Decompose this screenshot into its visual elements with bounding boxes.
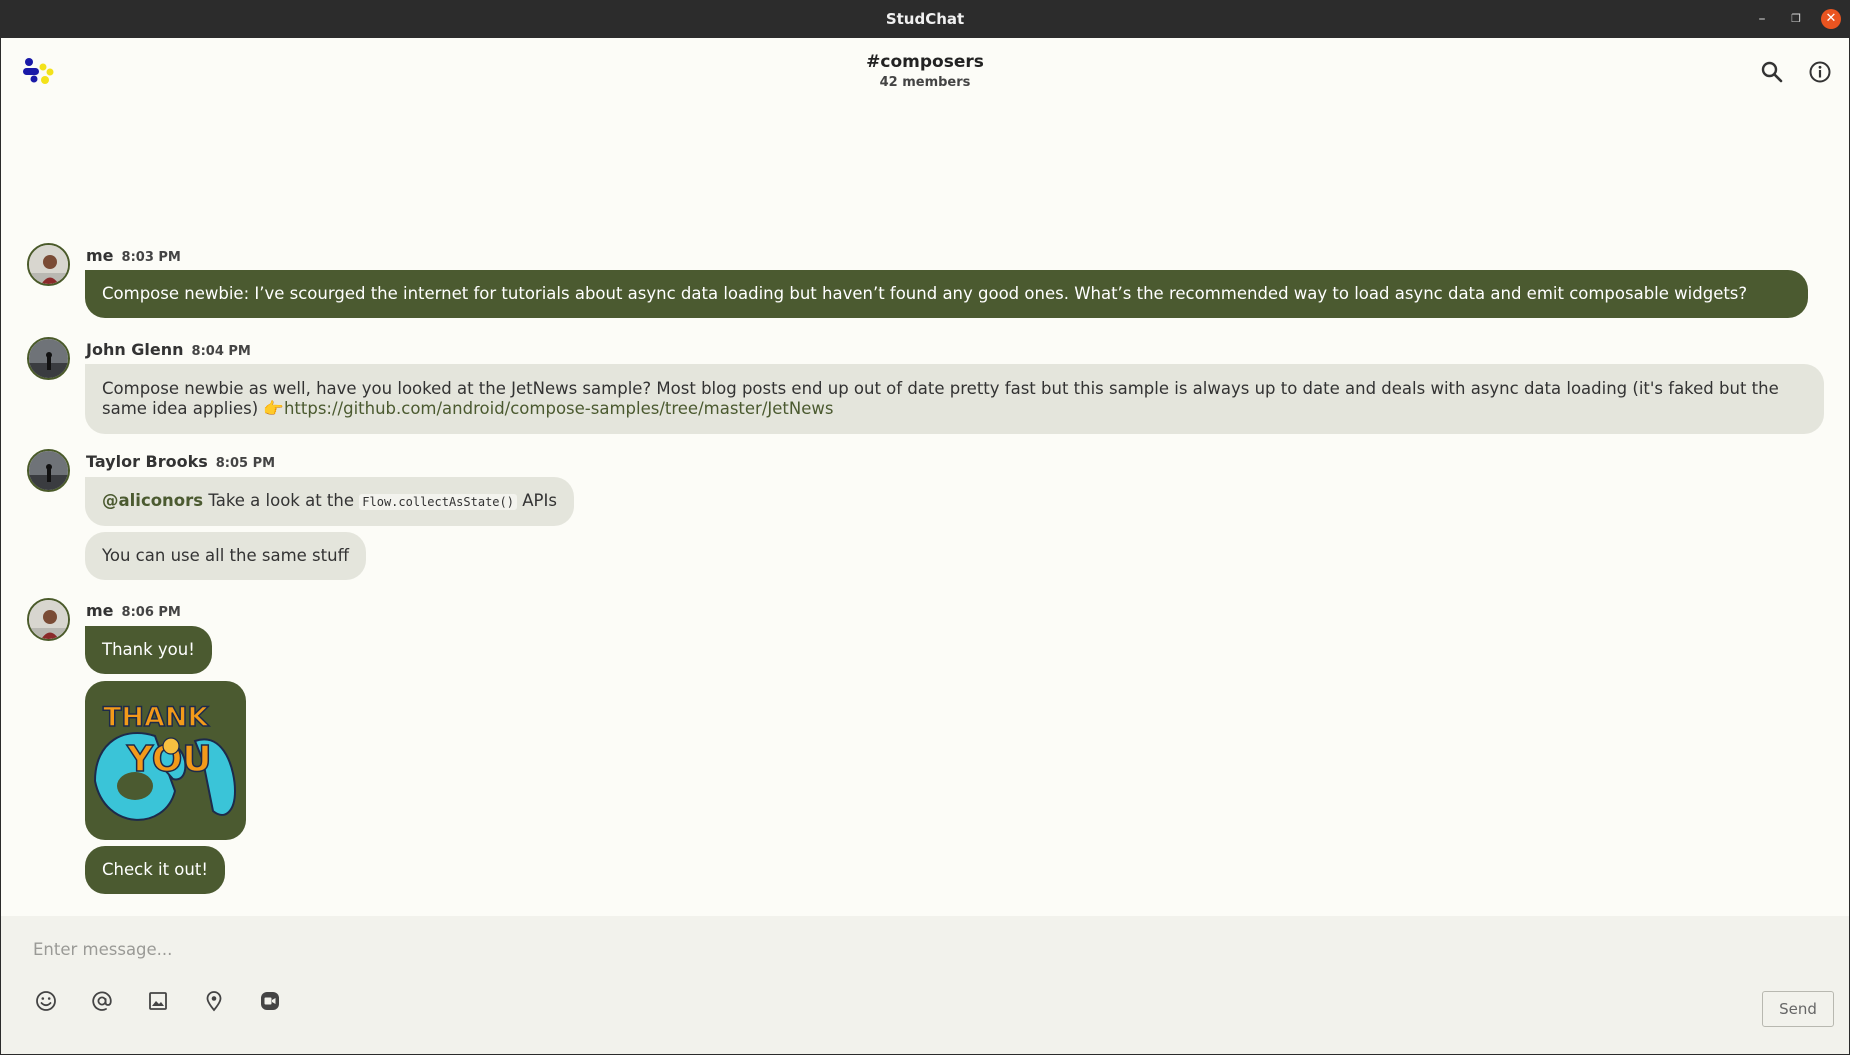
channel-member-count: 42 members [879,75,971,90]
chat-app: #composers 42 members me 8:03 PM Compose… [1,38,1849,1054]
avatar[interactable] [27,449,70,492]
timestamp: 8:04 PM [191,344,251,359]
author-name[interactable]: me [86,246,114,265]
timestamp: 8:06 PM [121,605,181,620]
message-header: Taylor Brooks 8:05 PM [86,452,275,471]
message-composer: Send [1,916,1849,1054]
inline-code: Flow.collectAsState() [359,494,517,510]
message-bubble[interactable]: You can use all the same stuff [85,532,366,580]
message-bubble[interactable]: Check it out! [85,846,225,894]
minimize-button[interactable]: – [1752,9,1772,29]
avatar[interactable] [27,598,70,641]
message-header: John Glenn 8:04 PM [86,340,251,359]
location-pin-icon[interactable] [201,988,227,1014]
search-icon[interactable] [1759,59,1785,85]
user-mention[interactable]: @aliconors [102,491,203,510]
channel-header: #composers 42 members [1,38,1849,106]
close-button[interactable]: ✕ [1821,9,1841,29]
message-bubble[interactable]: @aliconors Take a look at the Flow.colle… [85,477,574,526]
window-titlebar: StudChat – ❐ ✕ [0,0,1850,38]
mention-icon[interactable] [89,988,115,1014]
message-link[interactable]: https://github.com/android/compose-sampl… [284,399,834,418]
window-title: StudChat [885,10,965,28]
timestamp: 8:05 PM [215,456,276,471]
author-name[interactable]: John Glenn [86,340,184,359]
avatar[interactable] [27,243,70,286]
author-name[interactable]: Taylor Brooks [86,452,208,471]
sticker-image[interactable]: THANK YOU [85,681,246,840]
message-bubble[interactable]: Thank you! [85,626,212,674]
message-input[interactable] [33,934,1733,964]
channel-name[interactable]: #composers [1,52,1849,72]
message-bubble[interactable]: Compose newbie: I’ve scourged the intern… [85,270,1808,318]
message-header: me 8:03 PM [86,246,181,265]
message-text: Take a look at the [208,491,355,510]
emoji-icon[interactable] [33,988,59,1014]
svg-text:THANK: THANK [103,702,210,733]
message-header: me 8:06 PM [86,601,181,620]
image-icon[interactable] [145,988,171,1014]
author-name[interactable]: me [86,601,114,620]
info-icon[interactable] [1807,59,1833,85]
timestamp: 8:03 PM [121,250,181,265]
message-bubble[interactable]: Compose newbie as well, have you looked … [85,364,1824,434]
avatar[interactable] [27,337,70,380]
video-call-icon[interactable] [257,988,283,1014]
send-button[interactable]: Send [1762,991,1834,1027]
maximize-button[interactable]: ❐ [1786,9,1806,29]
message-text: APIs [522,491,557,510]
